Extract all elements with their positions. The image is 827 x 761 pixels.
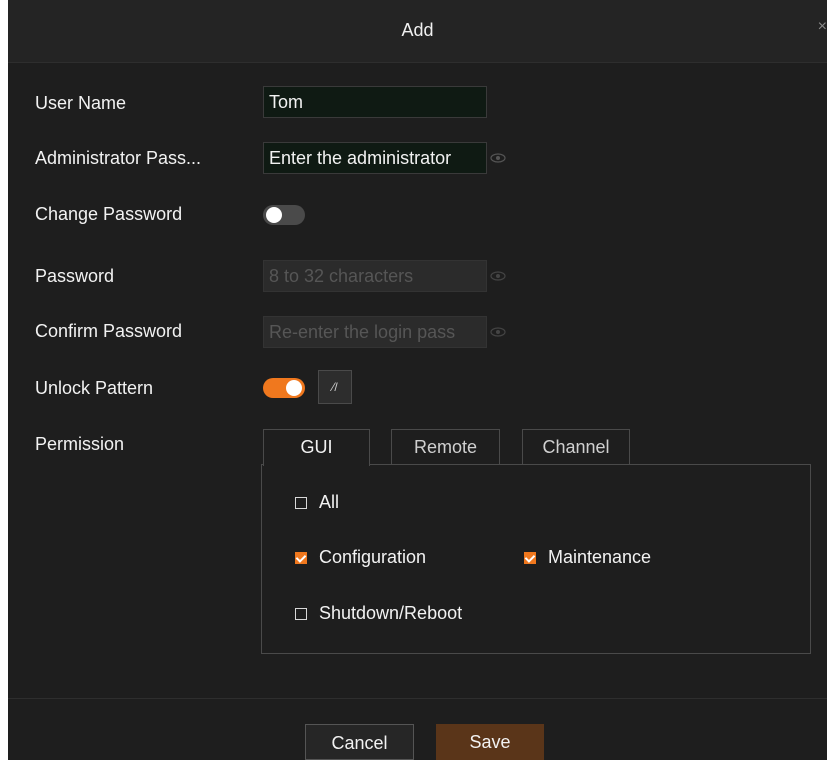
unlock-pattern-toggle[interactable] bbox=[263, 378, 305, 398]
user-name-input[interactable]: Tom bbox=[263, 86, 487, 118]
confirm-password-input[interactable]: Re-enter the login pass bbox=[263, 316, 487, 348]
change-password-toggle[interactable] bbox=[263, 205, 305, 225]
unlock-pattern-label: Unlock Pattern bbox=[35, 378, 154, 398]
admin-password-label: Administrator Pass... bbox=[35, 148, 202, 168]
close-icon[interactable]: × bbox=[818, 18, 827, 36]
tab-gui[interactable]: GUI bbox=[263, 429, 370, 466]
dialog-titlebar: Add × bbox=[8, 0, 827, 63]
admin-password-input[interactable]: Enter the administrator bbox=[263, 142, 487, 174]
eye-icon[interactable] bbox=[490, 327, 506, 337]
permission-all-label: All bbox=[319, 492, 340, 512]
checkbox-checked-icon[interactable] bbox=[295, 552, 307, 564]
permission-shutdown[interactable]: Shutdown/Reboot bbox=[295, 603, 462, 624]
toggle-knob bbox=[286, 380, 302, 396]
checkbox-icon[interactable] bbox=[295, 497, 307, 509]
permission-all[interactable]: All bbox=[295, 492, 339, 513]
permission-shutdown-label: Shutdown/Reboot bbox=[319, 603, 463, 623]
footer-divider bbox=[8, 698, 827, 699]
add-user-dialog: Add × User Name Tom Administrator Pass..… bbox=[8, 0, 827, 760]
user-name-label: User Name bbox=[35, 93, 127, 113]
save-button[interactable]: Save bbox=[436, 724, 544, 760]
checkbox-icon[interactable] bbox=[295, 608, 307, 620]
eye-icon[interactable] bbox=[490, 271, 506, 281]
checkbox-checked-icon[interactable] bbox=[524, 552, 536, 564]
cancel-button[interactable]: Cancel bbox=[305, 724, 414, 760]
permission-panel: All Configuration Maintenance Shutdown/R… bbox=[261, 464, 811, 654]
password-label: Password bbox=[35, 266, 115, 286]
eye-icon[interactable] bbox=[490, 153, 506, 163]
permission-maintenance[interactable]: Maintenance bbox=[524, 547, 651, 568]
permission-configuration[interactable]: Configuration bbox=[295, 547, 426, 568]
permission-maintenance-label: Maintenance bbox=[548, 547, 652, 567]
tab-channel[interactable]: Channel bbox=[522, 429, 630, 465]
permission-configuration-label: Configuration bbox=[319, 547, 427, 567]
tab-remote[interactable]: Remote bbox=[391, 429, 500, 465]
change-password-label: Change Password bbox=[35, 204, 183, 224]
permission-label: Permission bbox=[35, 434, 125, 454]
confirm-password-label: Confirm Password bbox=[35, 321, 183, 341]
unlock-pattern-icon[interactable]: ⁄/ bbox=[318, 370, 352, 404]
toggle-knob bbox=[266, 207, 282, 223]
dialog-title: Add bbox=[401, 20, 434, 40]
password-input[interactable]: 8 to 32 characters bbox=[263, 260, 487, 292]
